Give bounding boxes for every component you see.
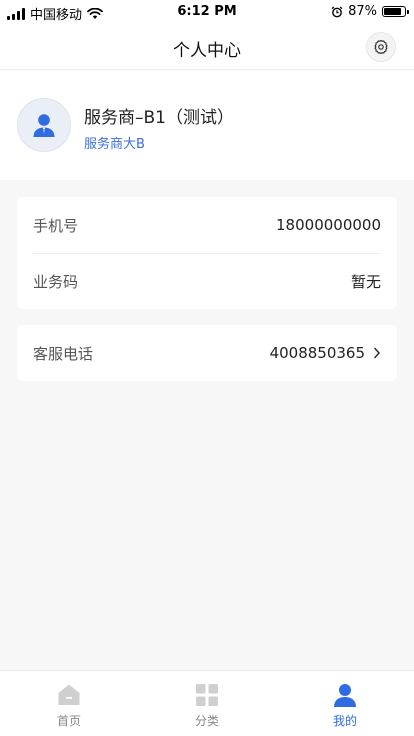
- nav-bar: 个人中心: [0, 24, 414, 70]
- customer-service-value-wrap: 4008850365: [270, 344, 381, 362]
- customer-service-card: 客服电话 4008850365: [17, 325, 397, 381]
- status-bar: 中国移动 6:12 PM 87%: [0, 0, 414, 24]
- page-title: 个人中心: [173, 41, 241, 61]
- business-code-label: 业务码: [33, 272, 79, 291]
- battery-percent: 87%: [348, 4, 377, 19]
- customer-service-label: 客服电话: [33, 344, 94, 363]
- tab-home-label: 首页: [56, 714, 81, 728]
- chevron-right-icon: [374, 347, 380, 359]
- phone-label: 手机号: [33, 216, 79, 235]
- gear-icon: [374, 39, 388, 55]
- tab-home[interactable]: 首页: [0, 671, 138, 736]
- avatar[interactable]: [17, 98, 71, 152]
- account-info-card: 手机号 18000000000 业务码 暂无: [17, 197, 397, 309]
- status-right: 87%: [331, 4, 409, 19]
- customer-service-phone: 4008850365: [269, 344, 365, 362]
- tab-mine[interactable]: 我的: [276, 671, 414, 736]
- business-code-value: 暂无: [350, 272, 381, 291]
- business-code-row: 业务码 暂无: [17, 253, 397, 309]
- settings-button[interactable]: [366, 32, 396, 62]
- battery-fill: [384, 8, 402, 15]
- person-icon: [334, 684, 356, 707]
- phone-value: 18000000000: [276, 216, 381, 234]
- phone-row: 手机号 18000000000: [17, 197, 397, 253]
- tab-category-label: 分类: [194, 714, 219, 728]
- profile-name: 服务商–B1（测试）: [84, 108, 234, 128]
- profile-section: 服务商–B1（测试） 服务商大B: [0, 71, 414, 180]
- profile-company: 服务商大B: [84, 137, 145, 152]
- grid-icon: [196, 684, 218, 706]
- battery-icon: [382, 6, 409, 17]
- user-avatar-icon: [33, 114, 55, 137]
- alarm-icon: [331, 6, 343, 17]
- tab-category[interactable]: 分类: [138, 671, 276, 736]
- tab-mine-label: 我的: [332, 714, 357, 728]
- tab-bar: 首页 分类 我的: [0, 670, 414, 736]
- home-icon: [58, 684, 80, 705]
- customer-service-row[interactable]: 客服电话 4008850365: [17, 325, 397, 381]
